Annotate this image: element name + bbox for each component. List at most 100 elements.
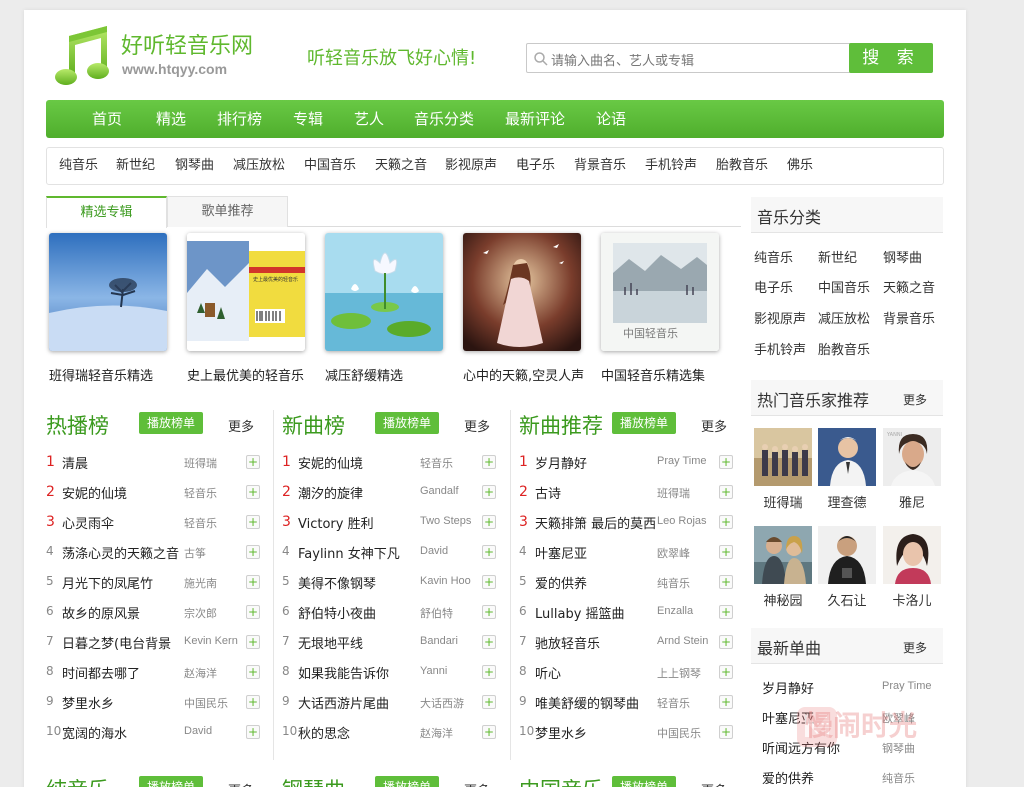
sidebar-category[interactable]: 胎教音乐	[818, 339, 870, 358]
play-chart-button[interactable]: 播放榜单	[375, 412, 439, 434]
song-title[interactable]: 故乡的原风景	[62, 603, 186, 622]
song-title[interactable]: 叶塞尼亚	[535, 543, 659, 562]
chart-title[interactable]: 热播榜	[46, 410, 109, 440]
song-artist[interactable]: 轻音乐	[657, 695, 727, 711]
nav-home[interactable]: 首页	[92, 100, 122, 138]
album-card[interactable]: 心中的天籁,空灵人声	[463, 233, 584, 384]
song-artist[interactable]: David	[420, 545, 490, 557]
album-title[interactable]: 中国轻音乐精选集	[601, 365, 705, 384]
chart-song-row[interactable]: 1 岁月静好 Pray Time +	[519, 449, 737, 479]
song-artist[interactable]: 古筝	[184, 545, 254, 561]
sidebar-category[interactable]: 钢琴曲	[883, 247, 922, 266]
add-to-playlist-icon[interactable]: +	[482, 485, 496, 499]
add-to-playlist-icon[interactable]: +	[719, 515, 733, 529]
chart-song-row[interactable]: 7 驰放轻音乐 Arnd Stein +	[519, 629, 737, 659]
chart-title[interactable]: 纯音乐	[46, 774, 109, 787]
chart-song-row[interactable]: 9 唯美舒缓的钢琴曲 轻音乐 +	[519, 689, 737, 719]
song-title[interactable]: 唯美舒缓的钢琴曲	[535, 693, 659, 712]
artist-photo[interactable]	[754, 428, 812, 486]
artist-name[interactable]: 雅尼	[883, 492, 941, 511]
more-link[interactable]: 更多	[228, 780, 254, 787]
song-title[interactable]: 大话西游片尾曲	[298, 693, 422, 712]
chart-song-row[interactable]: 10 梦里水乡 中国民乐 +	[519, 719, 737, 749]
album-card[interactable]: 中国轻音乐 中国轻音乐精选集	[601, 233, 719, 384]
add-to-playlist-icon[interactable]: +	[246, 635, 260, 649]
play-chart-button[interactable]: 播放榜单	[375, 776, 439, 787]
album-cover[interactable]	[463, 233, 581, 351]
song-artist[interactable]: Pray Time	[657, 455, 727, 467]
subnav-item[interactable]: 纯音乐	[59, 148, 98, 184]
song-artist[interactable]: Gandalf	[420, 485, 490, 497]
subnav-item[interactable]: 影视原声	[445, 148, 497, 184]
artist-name[interactable]: 卡洛儿	[883, 590, 941, 609]
song-title[interactable]: 舒伯特小夜曲	[298, 603, 422, 622]
add-to-playlist-icon[interactable]: +	[482, 725, 496, 739]
song-artist[interactable]: 宗次郎	[184, 605, 254, 621]
subnav-item[interactable]: 背景音乐	[574, 148, 626, 184]
play-chart-button[interactable]: 播放榜单	[139, 412, 203, 434]
artist-card[interactable]: 久石让	[818, 526, 876, 609]
play-chart-button[interactable]: 播放榜单	[612, 776, 676, 787]
song-title[interactable]: 梦里水乡	[62, 693, 186, 712]
song-title[interactable]: 天籁排箫 最后的莫西	[535, 513, 659, 532]
artist-photo[interactable]	[818, 526, 876, 584]
subnav-item[interactable]: 天籁之音	[375, 148, 427, 184]
song-artist[interactable]: 欧翠峰	[657, 545, 727, 561]
chart-title[interactable]: 新曲榜	[282, 410, 345, 440]
song-title[interactable]: 日暮之梦(电台背景	[62, 633, 186, 652]
add-to-playlist-icon[interactable]: +	[246, 695, 260, 709]
chart-song-row[interactable]: 8 听心 上上钢琴 +	[519, 659, 737, 689]
sidebar-category[interactable]: 背景音乐	[883, 308, 935, 327]
album-cover[interactable]	[325, 233, 443, 351]
add-to-playlist-icon[interactable]: +	[719, 455, 733, 469]
chart-song-row[interactable]: 8 时间都去哪了 赵海洋 +	[46, 659, 264, 689]
add-to-playlist-icon[interactable]: +	[246, 545, 260, 559]
album-cover[interactable]	[49, 233, 167, 351]
chart-song-row[interactable]: 3 Victory 胜利 Two Steps +	[282, 509, 500, 539]
add-to-playlist-icon[interactable]: +	[246, 515, 260, 529]
nav-categories[interactable]: 音乐分类	[414, 100, 474, 138]
song-artist[interactable]: Kavin Hoo	[420, 575, 490, 587]
song-title[interactable]: 驰放轻音乐	[535, 633, 659, 652]
song-artist[interactable]: 赵海洋	[184, 665, 254, 681]
chart-song-row[interactable]: 5 爱的供养 纯音乐 +	[519, 569, 737, 599]
single-title[interactable]: 爱的供养	[762, 768, 814, 787]
song-title[interactable]: 梦里水乡	[535, 723, 659, 742]
artist-card[interactable]: 班得瑞	[754, 428, 812, 511]
subnav-item[interactable]: 佛乐	[787, 148, 813, 184]
more-link[interactable]: 更多	[701, 416, 727, 435]
add-to-playlist-icon[interactable]: +	[719, 485, 733, 499]
subnav-item[interactable]: 钢琴曲	[175, 148, 214, 184]
play-chart-button[interactable]: 播放榜单	[139, 776, 203, 787]
nav-featured[interactable]: 精选	[156, 100, 186, 138]
album-title[interactable]: 史上最优美的轻音乐	[187, 365, 304, 384]
album-cover[interactable]: 中国轻音乐	[601, 233, 719, 351]
song-title[interactable]: 岁月静好	[535, 453, 659, 472]
add-to-playlist-icon[interactable]: +	[246, 665, 260, 679]
chart-song-row[interactable]: 1 清晨 班得瑞 +	[46, 449, 264, 479]
nav-albums[interactable]: 专辑	[293, 100, 323, 138]
song-artist[interactable]: 施光南	[184, 575, 254, 591]
song-title[interactable]: 潮汐的旋律	[298, 483, 422, 502]
add-to-playlist-icon[interactable]: +	[482, 515, 496, 529]
artist-card[interactable]: YANNI 雅尼	[883, 428, 941, 511]
song-title[interactable]: 时间都去哪了	[62, 663, 186, 682]
chart-song-row[interactable]: 3 心灵雨伞 轻音乐 +	[46, 509, 264, 539]
chart-title[interactable]: 中国音乐	[519, 774, 603, 787]
song-title[interactable]: 秋的思念	[298, 723, 422, 742]
nav-artists[interactable]: 艺人	[354, 100, 384, 138]
song-artist[interactable]: Kevin Kern	[184, 635, 254, 647]
chart-song-row[interactable]: 6 Lullaby 摇篮曲 Enzalla +	[519, 599, 737, 629]
subnav-item[interactable]: 新世纪	[116, 148, 155, 184]
album-title[interactable]: 心中的天籁,空灵人声	[463, 365, 584, 384]
chart-song-row[interactable]: 10 宽阔的海水 David +	[46, 719, 264, 749]
song-artist[interactable]: 中国民乐	[657, 725, 727, 741]
add-to-playlist-icon[interactable]: +	[246, 725, 260, 739]
song-artist[interactable]: Leo Rojas	[657, 515, 727, 527]
add-to-playlist-icon[interactable]: +	[482, 455, 496, 469]
more-link[interactable]: 更多	[903, 639, 927, 656]
song-artist[interactable]: 班得瑞	[184, 455, 254, 471]
album-cover[interactable]: 史上最优美的轻音乐	[187, 233, 305, 351]
song-title[interactable]: 心灵雨伞	[62, 513, 186, 532]
song-artist[interactable]: Bandari	[420, 635, 490, 647]
